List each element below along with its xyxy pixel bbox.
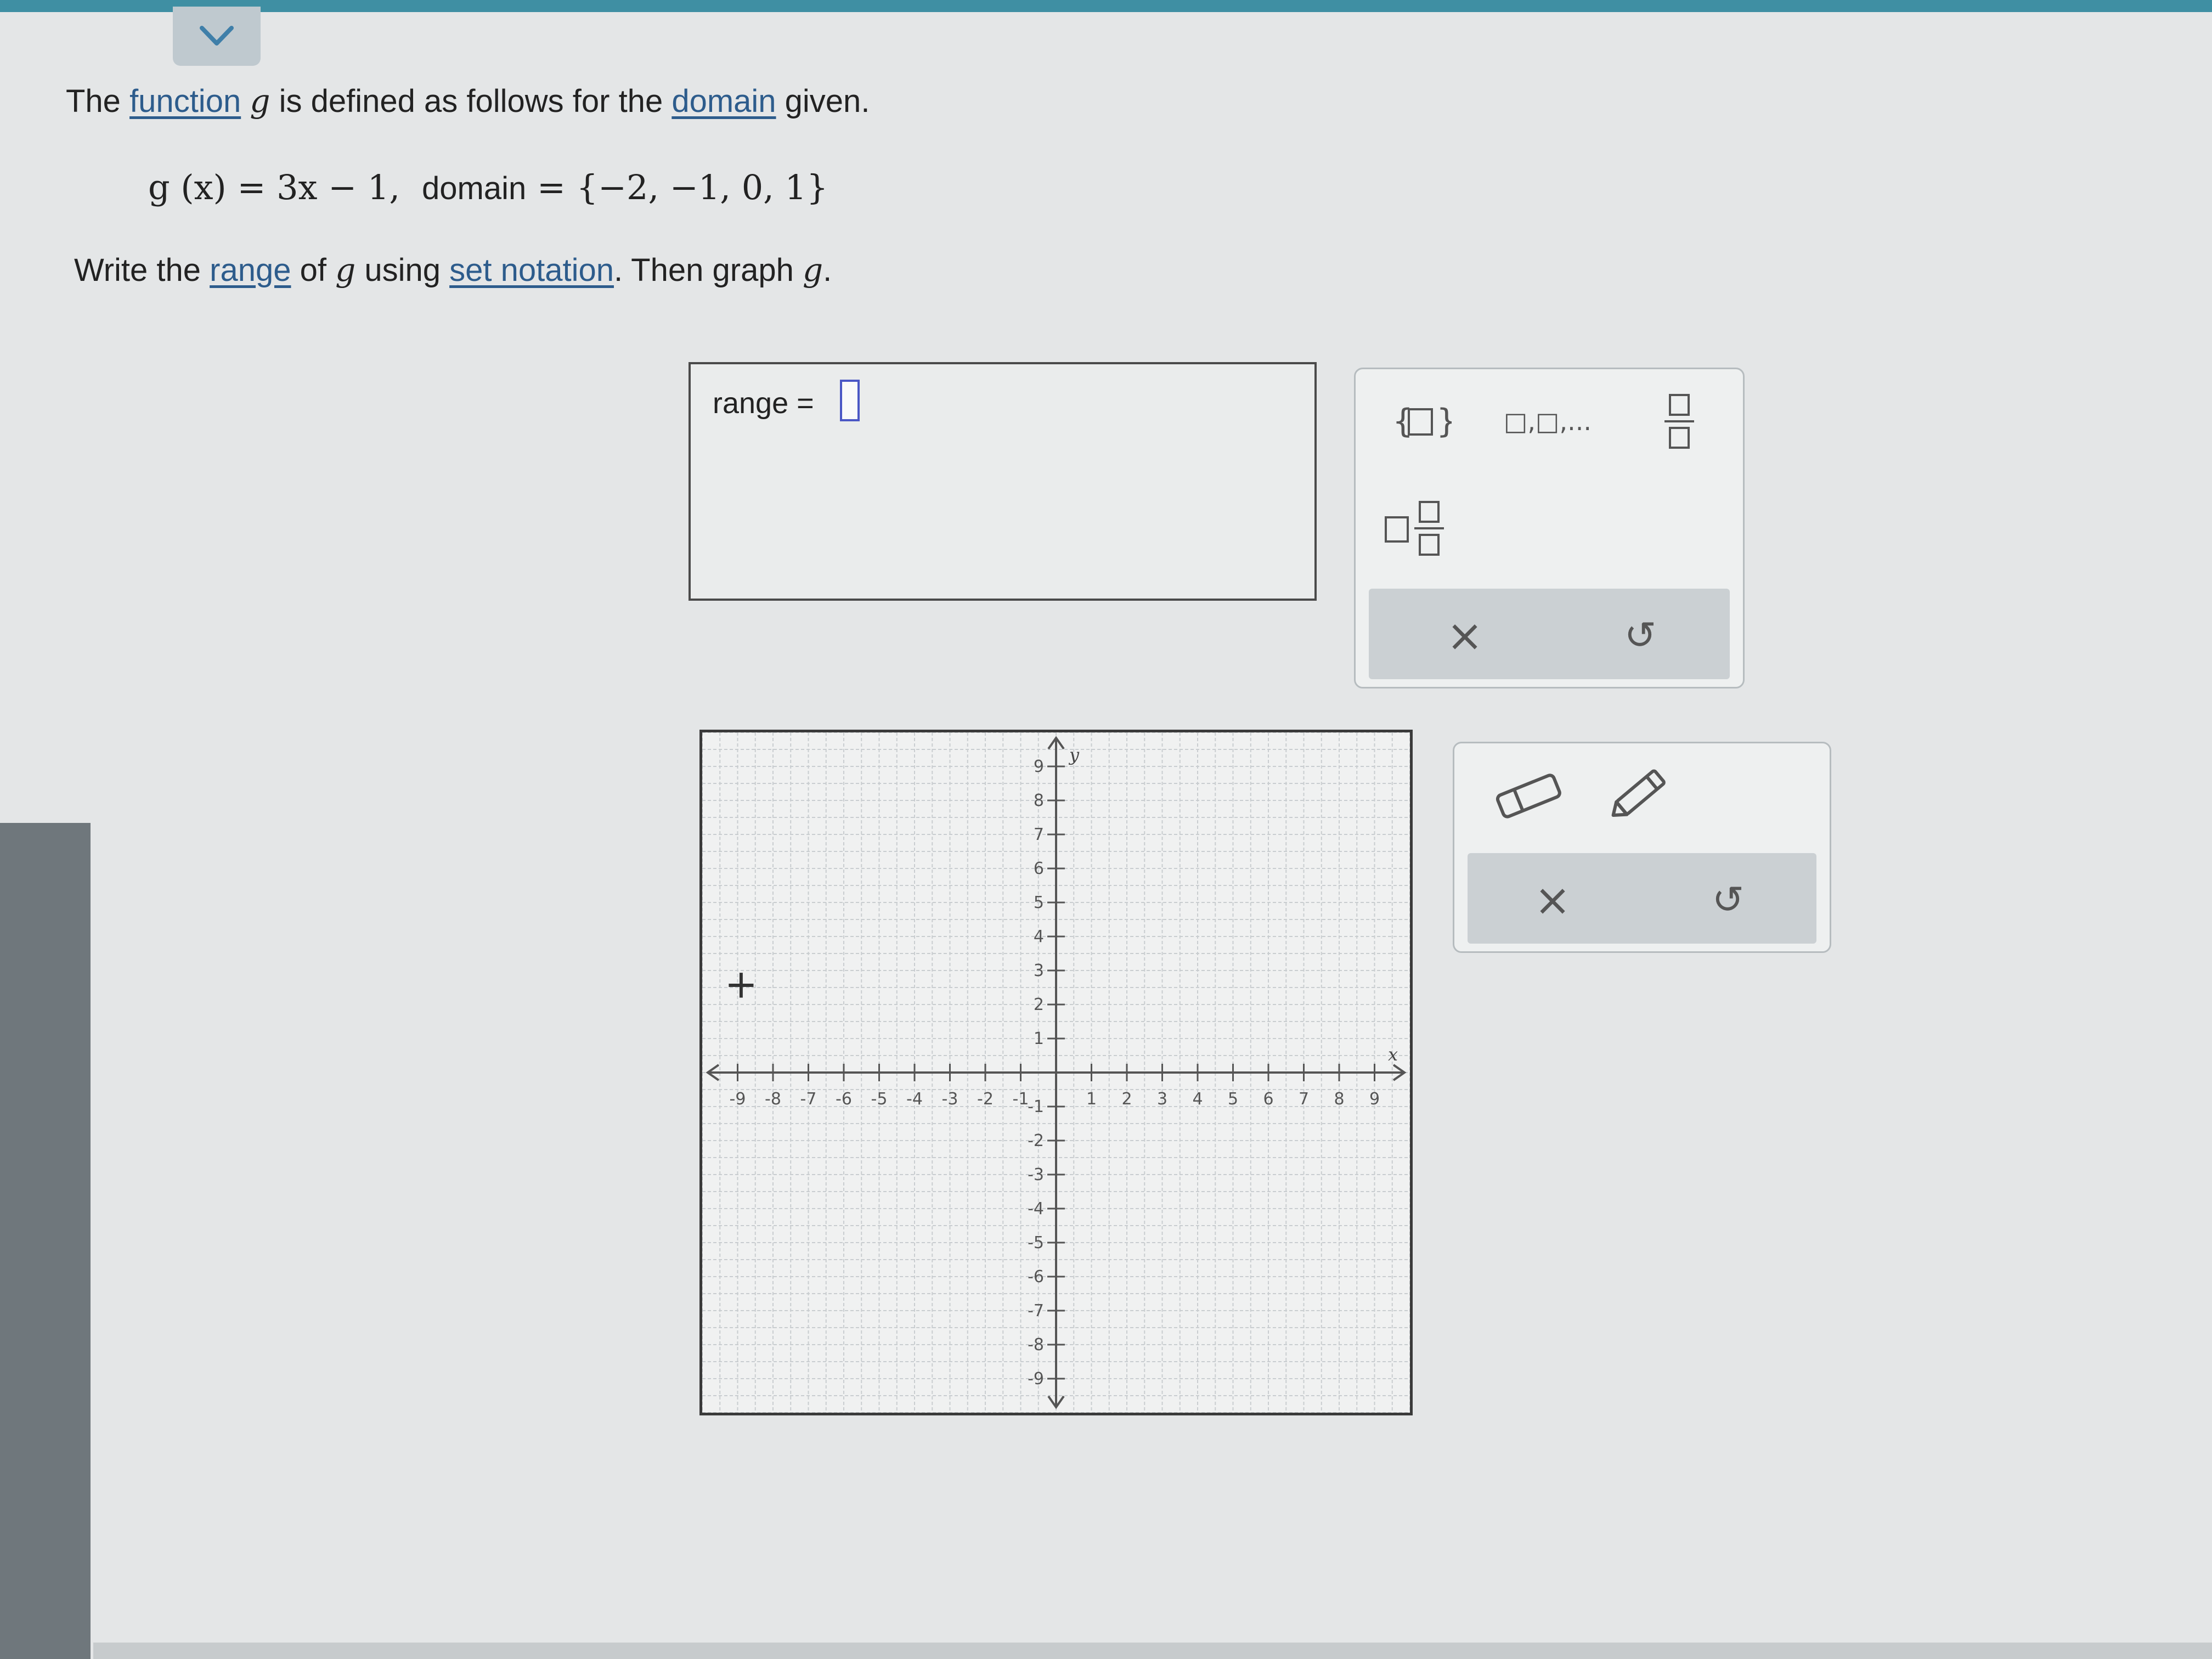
list-button[interactable]: □,□,...: [1501, 394, 1594, 449]
function-symbol: g: [802, 251, 823, 289]
y-tick-label: -5: [1028, 1233, 1044, 1252]
domain-label: domain: [422, 171, 527, 206]
x-tick-label: -4: [906, 1090, 923, 1109]
x-tick-label: 2: [1121, 1090, 1132, 1109]
x-tick-label: 4: [1192, 1090, 1203, 1109]
x-tick-label: -3: [942, 1090, 958, 1109]
x-tick-label: 3: [1157, 1090, 1167, 1109]
graph-action-bar: × ↺: [1468, 853, 1816, 944]
mixed-number-icon: [1385, 501, 1444, 556]
x-axis-label: x: [1388, 1044, 1398, 1065]
eraser-icon: [1496, 774, 1561, 819]
y-tick-label: 5: [1034, 893, 1044, 912]
x-tick-label: -8: [765, 1090, 781, 1109]
text: . Then graph: [614, 252, 803, 288]
x-tick-label: 7: [1299, 1090, 1309, 1109]
x-tick-label: -9: [730, 1090, 746, 1109]
screen-edge: [0, 823, 91, 1659]
collapse-button[interactable]: [173, 7, 261, 66]
close-icon: ×: [1446, 610, 1483, 661]
y-axis-label: y: [1068, 744, 1080, 765]
list-icon: □,□,...: [1503, 407, 1592, 436]
crosshair-cursor-icon: +: [725, 961, 758, 1007]
y-tick-label: 1: [1034, 1029, 1044, 1048]
undo-icon: ↺: [1624, 613, 1657, 658]
x-tick-label: 5: [1228, 1090, 1238, 1109]
clear-button[interactable]: ×: [1440, 610, 1489, 661]
domain-value: = {−2, −1, 0, 1}: [537, 167, 828, 207]
y-tick-label: -7: [1028, 1301, 1044, 1321]
function-definition: g (x) = 3x − 1, domain = {−2, −1, 0, 1}: [148, 167, 828, 207]
fraction-button[interactable]: [1652, 386, 1707, 457]
top-bar: [0, 0, 2212, 12]
fraction-icon: [1664, 394, 1694, 449]
text: .: [823, 252, 832, 288]
palette-action-bar: × ↺: [1369, 589, 1730, 679]
function-symbol: g: [250, 82, 270, 120]
x-tick-label: 1: [1086, 1090, 1097, 1109]
function-symbol: g: [335, 251, 356, 289]
undo-button[interactable]: ↺: [1616, 611, 1665, 660]
y-tick-label: 3: [1034, 961, 1044, 980]
y-tick-label: 6: [1034, 859, 1044, 878]
y-tick-label: 8: [1034, 791, 1044, 810]
text: of: [291, 252, 336, 288]
coordinate-grid[interactable]: -9 -8 -7 -6 -5 -4 -3 -2 -1 1 2 3 4 5 6 7 8 9 9 8 7 6 5 4 3 2 1 -1 -2…: [702, 732, 1410, 1413]
instruction: Write the range of g using set notation.…: [74, 251, 832, 289]
range-link[interactable]: range: [210, 252, 291, 288]
y-tick-label: 2: [1034, 995, 1044, 1014]
formula: g (x) = 3x − 1,: [148, 167, 400, 207]
text: given.: [776, 83, 870, 119]
text: The: [66, 83, 130, 119]
set-notation-link[interactable]: set notation: [449, 252, 614, 288]
set-braces-button[interactable]: { }: [1389, 394, 1454, 449]
domain-link[interactable]: domain: [672, 83, 776, 119]
math-palette: { } □,□,... × ↺: [1354, 368, 1745, 689]
y-tick-label: 4: [1034, 927, 1044, 946]
graph-canvas[interactable]: -9 -8 -7 -6 -5 -4 -3 -2 -1 1 2 3 4 5 6 7 8 9 9 8 7 6 5 4 3 2 1 -1 -2…: [699, 730, 1413, 1415]
y-tick-label: -8: [1028, 1335, 1044, 1355]
y-tick-label: -6: [1028, 1267, 1044, 1286]
y-tick-label: -1: [1028, 1097, 1044, 1116]
undo-graph-button[interactable]: ↺: [1703, 875, 1753, 924]
answer-box[interactable]: range =: [689, 362, 1317, 601]
y-tick-label: 7: [1034, 825, 1044, 844]
y-tick-label: 9: [1034, 757, 1044, 776]
y-tick-label: -3: [1028, 1165, 1044, 1184]
x-tick-label: 8: [1334, 1090, 1344, 1109]
x-tick-label: -2: [977, 1090, 994, 1109]
close-icon: ×: [1534, 874, 1571, 926]
range-input[interactable]: [840, 380, 860, 421]
text: Write the: [74, 252, 210, 288]
clear-graph-button[interactable]: ×: [1528, 874, 1577, 926]
pencil-icon: [1611, 769, 1666, 817]
undo-icon: ↺: [1712, 877, 1745, 922]
text: is defined as follows for the: [270, 83, 672, 119]
mixed-number-button[interactable]: [1378, 493, 1454, 564]
x-tick-label: -7: [800, 1090, 817, 1109]
y-tick-label: -2: [1028, 1131, 1044, 1150]
problem-statement: The function g is defined as follows for…: [66, 82, 870, 120]
x-tick-label: -1: [1013, 1090, 1029, 1109]
eraser-button[interactable]: [1487, 763, 1570, 828]
range-label: range =: [713, 387, 814, 420]
bottom-strip: [93, 1643, 2212, 1659]
x-tick-label: -6: [836, 1090, 852, 1109]
y-tick-label: -9: [1028, 1369, 1044, 1389]
x-tick-label: 6: [1263, 1090, 1273, 1109]
x-tick-label: 9: [1369, 1090, 1380, 1109]
text: using: [356, 252, 450, 288]
pencil-button[interactable]: [1600, 757, 1682, 828]
chevron-down-icon: [200, 26, 234, 46]
function-link[interactable]: function: [129, 83, 241, 119]
y-tick-label: -4: [1028, 1199, 1044, 1218]
graph-tool-palette: × ↺: [1453, 742, 1831, 953]
set-braces-icon: { }: [1392, 402, 1452, 441]
svg-text:}: }: [1436, 402, 1452, 441]
x-tick-label: -5: [871, 1090, 888, 1109]
